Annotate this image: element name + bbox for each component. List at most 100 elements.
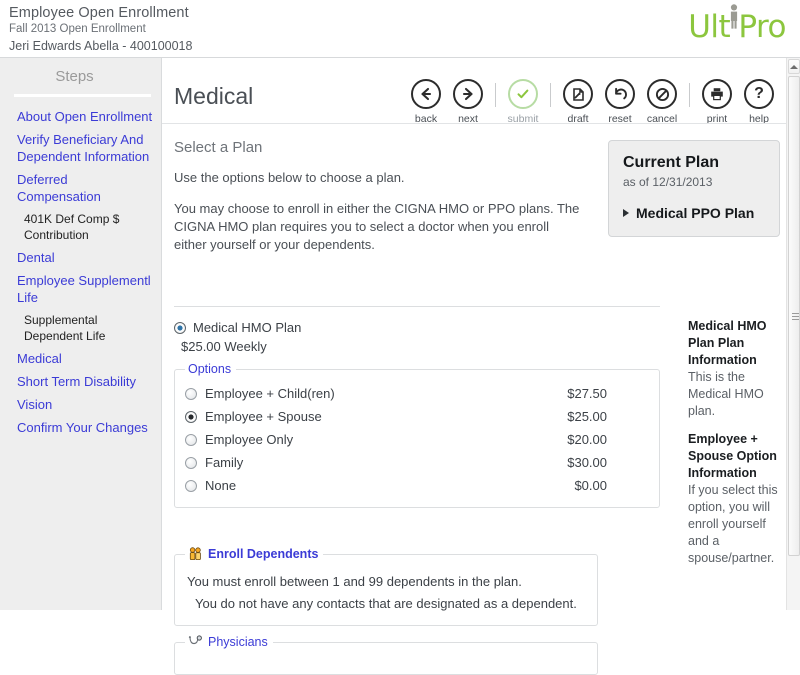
current-plan-name: Medical PPO Plan (636, 204, 754, 222)
action-toolbar: back next submit (405, 79, 780, 125)
sidebar-item-vision[interactable]: Vision (0, 393, 161, 416)
option-label: None (205, 476, 527, 495)
toolbar-separator-2 (550, 83, 551, 107)
app-user-line: Jeri Edwards Abella - 400100018 (9, 38, 192, 54)
option-row-employee-only[interactable]: Employee Only $20.00 (185, 428, 649, 451)
option-row-family[interactable]: Family $30.00 (185, 451, 649, 474)
info-block-heading: Medical HMO Plan Plan Information (688, 318, 780, 369)
plan-radio[interactable] (174, 322, 186, 334)
print-button[interactable]: print (696, 79, 738, 125)
option-row-employee-children[interactable]: Employee + Child(ren) $27.50 (185, 382, 649, 405)
current-plan-box: Current Plan as of 12/31/2013 Medical PP… (608, 140, 780, 237)
info-block-heading: Employee + Spouse Option Information (688, 431, 780, 482)
toolbar-separator-1 (495, 83, 496, 107)
header-titles: Employee Open Enrollment Fall 2013 Open … (9, 5, 192, 54)
plan-selection-block: Medical HMO Plan $25.00 Weekly Options E… (174, 306, 660, 508)
scrollbar-grip-icon (792, 313, 799, 320)
scrollbar-up-button[interactable] (788, 59, 800, 74)
physicians-legend-text: Physicians (208, 635, 268, 649)
plan-price-label: $25.00 Weekly (181, 338, 660, 355)
info-block-body: If you select this option, you will enro… (688, 482, 780, 567)
arrow-left-icon (411, 79, 441, 109)
option-radio[interactable] (185, 388, 197, 400)
plan-radio-row[interactable]: Medical HMO Plan (174, 319, 660, 336)
stethoscope-icon (188, 635, 203, 649)
plan-name-label: Medical HMO Plan (193, 319, 301, 336)
logo-text-part2: Pro (738, 9, 786, 45)
sidebar-item-401k-def-comp: 401K Def Comp $ Contribution (0, 208, 161, 246)
option-radio[interactable] (185, 480, 197, 492)
triangle-right-icon (623, 209, 629, 217)
page-title: Medical (174, 82, 253, 110)
scrollbar-thumb[interactable] (788, 76, 800, 556)
option-label: Employee Only (205, 430, 527, 449)
logo-person-icon (730, 2, 739, 27)
current-plan-item[interactable]: Medical PPO Plan (623, 204, 765, 222)
sidebar-item-dental[interactable]: Dental (0, 246, 161, 269)
logo-text-part1: Ult (688, 9, 730, 45)
vertical-scrollbar[interactable] (786, 58, 800, 610)
draft-page-icon (563, 79, 593, 109)
printer-icon (702, 79, 732, 109)
option-radio[interactable] (185, 457, 197, 469)
section-heading: Select a Plan (174, 138, 262, 158)
steps-sidebar: Steps About Open Enrollment Verify Benef… (0, 58, 161, 610)
draft-button[interactable]: draft (557, 79, 599, 125)
logo-letter-i: i (730, 9, 738, 45)
sidebar-item-medical[interactable]: Medical (0, 347, 161, 370)
back-button[interactable]: back (405, 79, 447, 125)
cancel-button[interactable]: cancel (641, 79, 683, 125)
option-radio[interactable] (185, 411, 197, 423)
info-block-body: This is the Medical HMO plan. (688, 369, 780, 420)
intro-paragraph-2: You may choose to enroll in either the C… (174, 200, 584, 254)
sidebar-item-verify-beneficiary[interactable]: Verify Beneficiary And Dependent Informa… (0, 128, 161, 168)
sidebar-item-employee-supplemental-life[interactable]: Employee Supplementl Life (0, 269, 161, 309)
sidebar-item-short-term-disability[interactable]: Short Term Disability (0, 370, 161, 393)
help-button[interactable]: ? help (738, 79, 780, 125)
option-label: Family (205, 453, 527, 472)
intro-paragraph-1: Use the options below to choose a plan. (174, 169, 594, 187)
enroll-dependents-block: Enroll Dependents You must enroll betwee… (174, 540, 598, 626)
chevron-up-icon (790, 65, 798, 69)
sidebar-divider (14, 94, 151, 97)
current-plan-as-of: as of 12/31/2013 (623, 174, 765, 190)
dependents-requirement-text: You must enroll between 1 and 99 depende… (185, 567, 587, 593)
plan-information-panel: Medical HMO Plan Plan Information This i… (688, 318, 780, 567)
reset-button[interactable]: reset (599, 79, 641, 125)
submit-button[interactable]: submit (502, 79, 544, 125)
app-subtitle: Fall 2013 Open Enrollment (9, 22, 192, 37)
toolbar-separator-3 (689, 83, 690, 107)
next-button[interactable]: next (447, 79, 489, 125)
enroll-dependents-legend-text: Enroll Dependents (208, 547, 318, 561)
enroll-dependents-fieldset: Enroll Dependents You must enroll betwee… (174, 547, 598, 626)
option-price: $0.00 (535, 476, 607, 495)
option-price: $20.00 (535, 430, 607, 449)
options-fieldset: Options Employee + Child(ren) $27.50 Emp… (174, 362, 660, 508)
sidebar-item-deferred-compensation[interactable]: Deferred Compensation (0, 168, 161, 208)
info-spacer (688, 420, 780, 431)
physicians-legend: Physicians (185, 635, 273, 649)
option-row-employee-spouse[interactable]: Employee + Spouse $25.00 (185, 405, 649, 428)
physicians-fieldset: Physicians (174, 635, 598, 675)
option-price: $25.00 (535, 407, 607, 426)
options-legend: Options (185, 362, 236, 376)
sidebar-item-supplemental-dependent-life: Supplemental Dependent Life (0, 309, 161, 347)
sidebar-item-about-open-enrollment[interactable]: About Open Enrollment (0, 105, 161, 128)
option-row-none[interactable]: None $0.00 (185, 474, 649, 497)
content-top-divider (162, 123, 786, 124)
plan-block-divider (174, 306, 660, 307)
physicians-block: Physicians (174, 628, 598, 675)
no-entry-icon (647, 79, 677, 109)
sidebar-item-confirm-your-changes[interactable]: Confirm Your Changes (0, 416, 161, 439)
main-panel-inner: Medical back next submit (162, 58, 786, 610)
option-radio[interactable] (185, 434, 197, 446)
app-title: Employee Open Enrollment (9, 5, 192, 21)
check-icon (508, 79, 538, 109)
question-mark-icon: ? (744, 79, 774, 109)
arrow-right-icon (453, 79, 483, 109)
sidebar-title: Steps (0, 58, 161, 92)
option-price: $27.50 (535, 384, 607, 403)
two-people-icon (188, 547, 203, 561)
ultipro-logo: Ult iPro (688, 10, 786, 44)
app-header: Employee Open Enrollment Fall 2013 Open … (0, 0, 800, 58)
